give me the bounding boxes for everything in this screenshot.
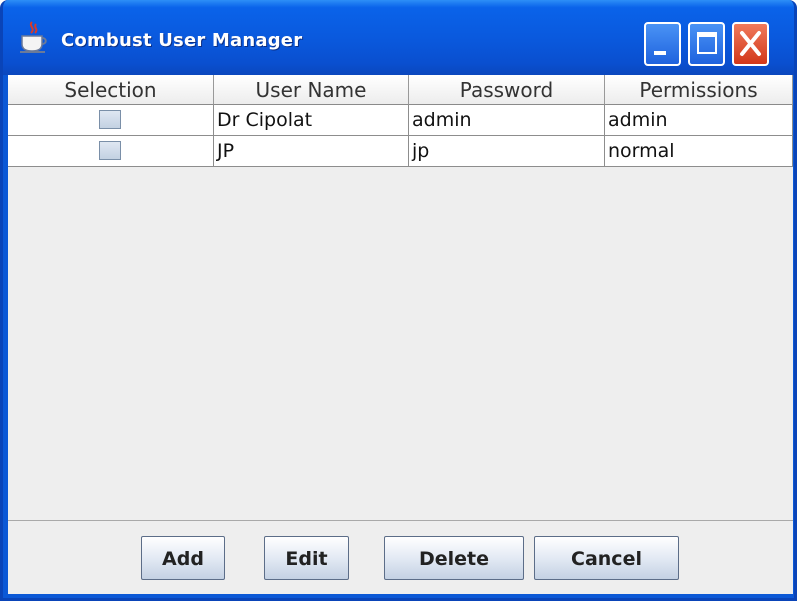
column-header-password[interactable]: Password <box>409 75 605 105</box>
java-cup-icon <box>18 20 48 54</box>
selection-cell <box>8 136 214 167</box>
minimize-button[interactable] <box>644 22 681 66</box>
close-button[interactable] <box>732 22 769 66</box>
permissions-cell[interactable]: normal <box>605 136 793 167</box>
user-name-cell[interactable]: Dr Cipolat <box>214 105 409 136</box>
button-bar: Add Edit Delete Cancel <box>8 522 793 594</box>
content-panel: Selection User Name Password Permissions… <box>8 75 793 594</box>
minimize-icon <box>654 51 666 55</box>
row-select-checkbox[interactable] <box>99 110 121 129</box>
table-row[interactable]: Dr Cipolat admin admin <box>8 105 793 136</box>
app-window: Combust User Manager Selection User Name… <box>0 0 797 601</box>
column-header-user-name[interactable]: User Name <box>214 75 409 105</box>
selection-cell <box>8 105 214 136</box>
edit-button[interactable]: Edit <box>264 536 349 580</box>
users-table: Selection User Name Password Permissions… <box>8 75 793 521</box>
maximize-icon <box>697 32 717 54</box>
table-row[interactable]: JP jp normal <box>8 136 793 167</box>
delete-button[interactable]: Delete <box>384 536 524 580</box>
permissions-cell[interactable]: admin <box>605 105 793 136</box>
window-title: Combust User Manager <box>61 30 303 51</box>
password-cell[interactable]: admin <box>409 105 605 136</box>
cancel-button[interactable]: Cancel <box>534 536 679 580</box>
column-header-permissions[interactable]: Permissions <box>605 75 793 105</box>
row-select-checkbox[interactable] <box>99 141 121 160</box>
column-header-selection[interactable]: Selection <box>8 75 214 105</box>
maximize-button[interactable] <box>688 22 725 66</box>
user-name-cell[interactable]: JP <box>214 136 409 167</box>
close-icon <box>740 31 761 56</box>
table-header: Selection User Name Password Permissions <box>8 75 793 105</box>
title-bar[interactable]: Combust User Manager <box>3 0 794 75</box>
add-button[interactable]: Add <box>141 536 225 580</box>
password-cell[interactable]: jp <box>409 136 605 167</box>
